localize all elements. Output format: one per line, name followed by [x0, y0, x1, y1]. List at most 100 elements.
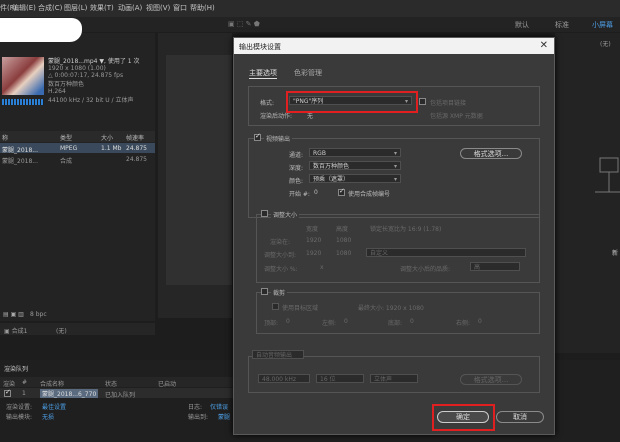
crop-top-value: 0 [286, 318, 290, 325]
workspace-standard[interactable]: 标准 [555, 20, 569, 30]
video-output-checkbox[interactable] [254, 132, 261, 141]
audio-output-select[interactable]: 自动音频输出 [252, 350, 304, 359]
channels-label: 通道: [289, 152, 304, 159]
video-output-label: 视频输出 [264, 134, 293, 143]
menu-effect[interactable]: 效果(T) [90, 3, 114, 13]
channels-select[interactable]: RGB ▾ [309, 148, 401, 157]
bpc-label[interactable]: 8 bpc [30, 311, 47, 318]
table-row[interactable]: 蒙腿_2018... 合成 24.875 [0, 154, 155, 165]
resize-to-height: 1080 [336, 250, 352, 257]
toolbar: 默认 标准 小屏幕 ▣ ⬚ ✎ ⬟ [0, 17, 620, 32]
include-project-link-label: 包括项目链接 [430, 100, 467, 107]
project-audio: 44100 kHz / 32 bit U / 立体声 [48, 97, 134, 104]
resize-to-width: 1920 [306, 250, 322, 257]
use-comp-frame-checkbox[interactable] [338, 187, 345, 196]
col-num: # [22, 379, 28, 386]
menu-help[interactable]: 帮助(H) [190, 3, 215, 13]
col-fps[interactable]: 帧速率 [126, 133, 144, 142]
row-fps: 24.875 [126, 145, 147, 152]
project-file-used: , 使用了 1 次 [104, 58, 140, 65]
output-module-value[interactable]: 无损 [42, 412, 54, 421]
render-row-status: 已加入队列 [105, 392, 136, 399]
trash-icon[interactable]: ▤ ▣ ▥ [3, 311, 24, 318]
menu-edit[interactable]: 编辑(E) [12, 3, 36, 13]
audio-rate-value: 48.000 kHz [262, 376, 297, 383]
project-resolution: 1920 x 1080 (1.00) [48, 65, 106, 72]
table-row[interactable]: 蒙腿_2018... MPEG 1.1 Mb 24.875 [0, 143, 155, 154]
close-icon[interactable]: ✕ [540, 40, 548, 51]
start-number-label: 开始 #: [289, 191, 310, 198]
col-type[interactable]: 类型 [60, 133, 72, 142]
log-value[interactable]: 仅错误 [210, 402, 228, 411]
final-size-label: 最终大小: 1920 x 1080 [358, 305, 424, 312]
render-at-label: 渲染在: [270, 239, 291, 246]
audio-format-options-button[interactable]: 格式选项... [460, 374, 522, 385]
audio-rate-select[interactable]: 48.000 kHz [258, 374, 310, 383]
project-table-header: 称 类型 大小 帧速率 [0, 131, 155, 142]
output-to-value[interactable]: 蒙腿 [218, 412, 230, 421]
col-comp-name: 合成名称 [40, 381, 65, 388]
render-queue-header: 渲染 # 合成名称 状态 已启动 [0, 377, 233, 388]
color-select[interactable]: 预乘（遮罩） ▾ [309, 174, 401, 183]
crop-bottom-label: 底部: [388, 320, 403, 327]
render-settings-value[interactable]: 最佳设置 [42, 402, 66, 411]
include-project-link-checkbox[interactable] [419, 98, 426, 105]
crop-section [256, 292, 540, 334]
col-size[interactable]: 大小 [101, 133, 113, 142]
table-row[interactable]: 1 蒙腿_2018...6_770 已加入队列 [0, 388, 233, 399]
tab-composition[interactable]: ▣ 合成1 [4, 326, 27, 335]
audio-channels-select[interactable]: 立体声 [370, 374, 418, 383]
resize-preset-select[interactable]: 自定义 [366, 248, 526, 257]
include-xmp-label: 包括源 XMP 元数据 [430, 113, 483, 120]
cancel-button[interactable]: 取消 [496, 411, 544, 423]
tab-color-management[interactable]: 色彩管理 [294, 68, 322, 78]
render-queue-tab[interactable]: 渲染队列 [4, 364, 28, 373]
resize-col-height: 高度 [336, 226, 349, 233]
log-label: 日志: [188, 404, 203, 411]
toolbar-tools-icon[interactable]: ▣ ⬚ ✎ ⬟ [228, 20, 260, 28]
start-number-value[interactable]: 0 [314, 189, 318, 196]
menu-composition[interactable]: 合成(C) [38, 3, 62, 13]
resize-label: 调整大小 [271, 210, 300, 219]
menu-animation[interactable]: 动画(A) [118, 3, 142, 13]
right-panel-new: 新 [612, 250, 619, 257]
resize-checkbox[interactable] [261, 210, 268, 217]
use-roi-checkbox[interactable] [272, 303, 279, 310]
depth-select[interactable]: 数百万种颜色 ▾ [309, 161, 401, 170]
lock-aspect-label: 锁定长宽比为 16:9 (1.78) [370, 226, 442, 233]
audio-waveform [2, 99, 44, 105]
render-row-name[interactable]: 蒙腿_2018...6_770 [40, 389, 99, 398]
format-options-button[interactable]: 格式选项... [460, 148, 522, 159]
menu-view[interactable]: 视图(V) [146, 3, 170, 13]
col-name[interactable]: 称 [2, 133, 8, 142]
col-started: 已启动 [158, 381, 177, 388]
row-size: 1.1 Mb [101, 145, 122, 152]
menu-layer[interactable]: 图层(L) [64, 3, 87, 13]
crop-checkbox[interactable] [261, 288, 268, 295]
row-type: 合成 [60, 158, 73, 165]
depth-select-value: 数百万种颜色 [313, 163, 350, 170]
render-at-height: 1080 [336, 237, 352, 244]
resize-quality-select[interactable]: 高 [470, 262, 520, 271]
output-to-label: 输出到: [188, 414, 209, 421]
crop-right-value: 0 [478, 318, 482, 325]
resize-percent-label: 调整大小 %: [264, 266, 298, 273]
menu-window[interactable]: 窗口 [173, 3, 187, 13]
audio-bits-value: 16 位 [320, 376, 336, 383]
resize-percent-x: x [320, 264, 324, 271]
highlight-format [286, 91, 418, 113]
workspace-default[interactable]: 默认 [515, 20, 529, 30]
workspace-small-screen[interactable]: 小屏幕 [592, 20, 613, 30]
render-checkbox[interactable] [4, 388, 11, 397]
audio-bits-select[interactable]: 16 位 [316, 374, 364, 383]
tab-main-options[interactable]: 主要选项 [249, 68, 277, 79]
col-render: 渲染 [3, 381, 16, 388]
use-comp-frame-label: 使用合成帧编号 [348, 191, 391, 198]
row-name: 蒙腿_2018... [2, 147, 38, 154]
resize-quality-label: 调整大小后的品质: [400, 266, 451, 273]
render-settings-label: 渲染设置: [6, 404, 33, 411]
output-module-dialog: 输出模块设置 ✕ 主要选项 色彩管理 格式: "PNG"序列 ▾ 包括项目链接 渲… [233, 37, 555, 435]
crop-left-value: 0 [344, 318, 348, 325]
thumbnail-image [2, 57, 44, 95]
use-roi-label: 使用目标区域 [282, 305, 319, 312]
